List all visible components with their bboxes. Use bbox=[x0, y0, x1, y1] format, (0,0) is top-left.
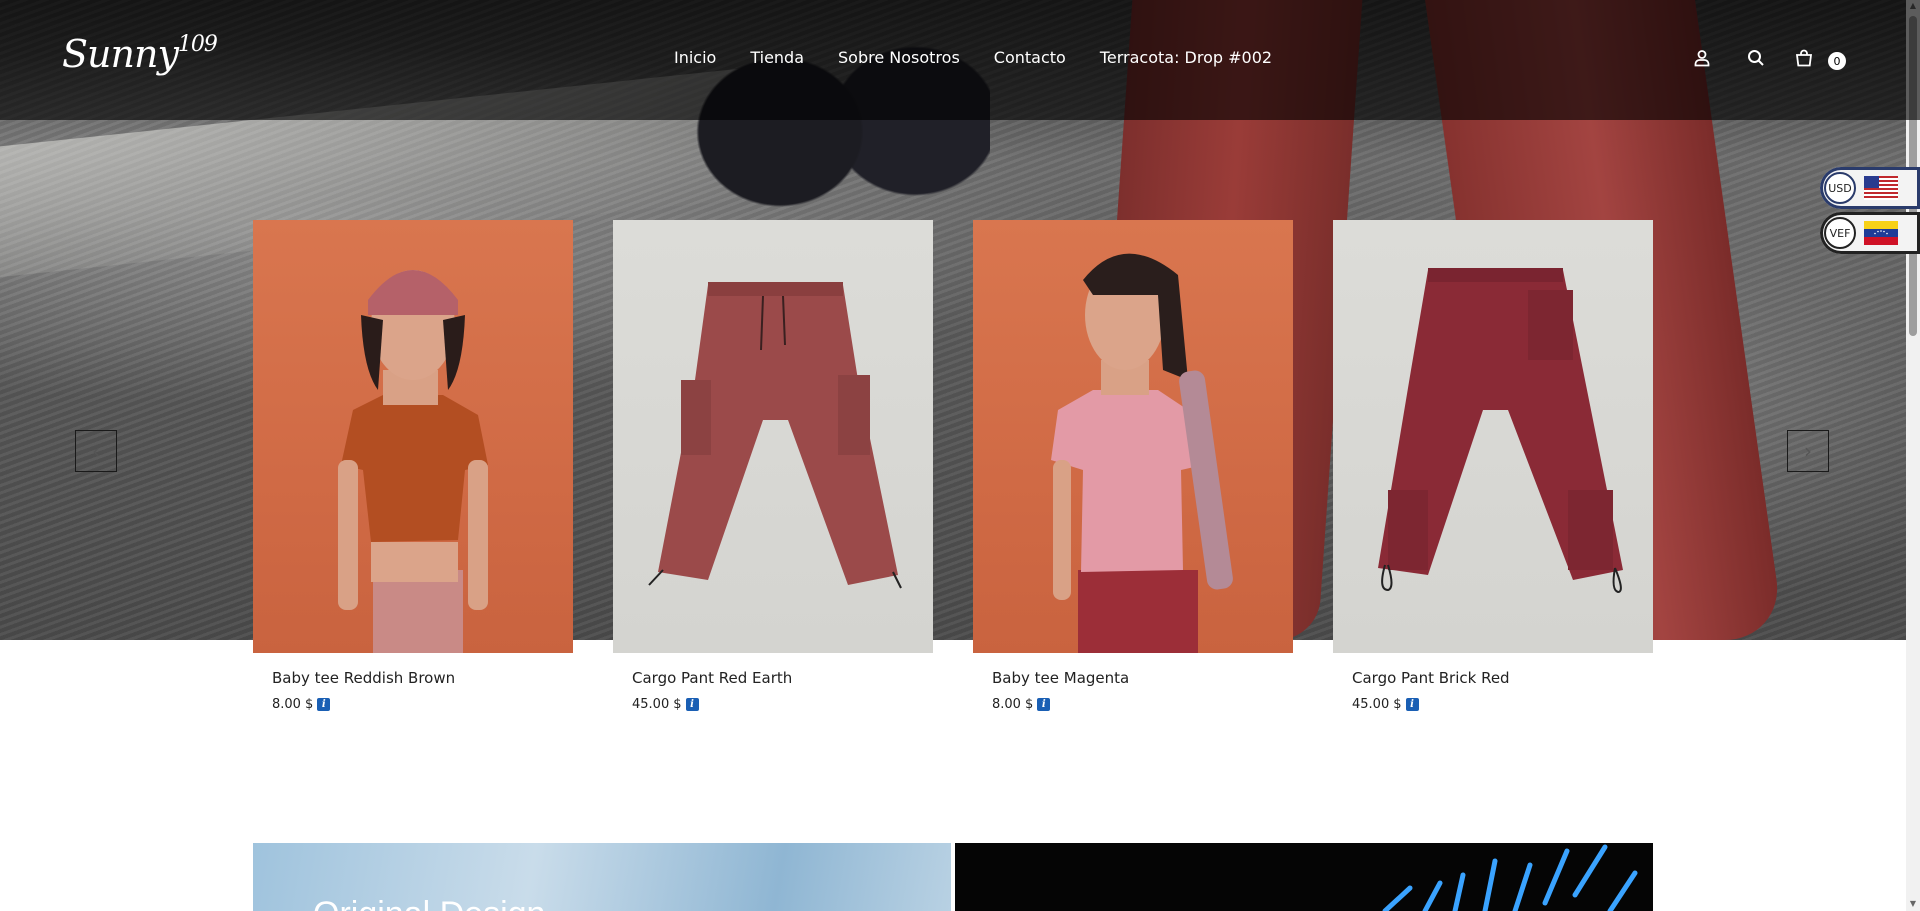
logo-text: Sunny bbox=[62, 32, 179, 76]
product-price: 45.00 $ i bbox=[1352, 697, 1653, 712]
product-image[interactable] bbox=[973, 220, 1293, 653]
banner-neon[interactable] bbox=[955, 843, 1653, 911]
info-icon[interactable]: i bbox=[1037, 698, 1051, 711]
currency-code-usd: USD bbox=[1824, 172, 1856, 204]
price-value: 8.00 bbox=[992, 697, 1021, 712]
product-card[interactable]: Cargo Pant Brick Red 45.00 $ i bbox=[1333, 220, 1653, 712]
currency-usd-button[interactable]: USD bbox=[1820, 167, 1920, 209]
product-name[interactable]: Cargo Pant Red Earth bbox=[632, 669, 933, 687]
page-scrollbar[interactable]: ▲ ▼ bbox=[1906, 0, 1920, 911]
banner-original-design[interactable]: Original Design bbox=[253, 843, 951, 911]
price-currency: $ bbox=[1024, 697, 1034, 712]
carousel-prev-button[interactable]: ‹ bbox=[75, 430, 117, 472]
site-header: Sunny109 Inicio Tienda Sobre Nosotros Co… bbox=[0, 0, 1920, 120]
product-card[interactable]: Baby tee Reddish Brown 8.00 $ i bbox=[253, 220, 573, 712]
product-carousel: Baby tee Reddish Brown 8.00 $ i Cargo Pa… bbox=[253, 220, 1653, 740]
price-currency: $ bbox=[304, 697, 314, 712]
price-currency: $ bbox=[1393, 697, 1402, 712]
product-card[interactable]: Baby tee Magenta 8.00 $ i bbox=[973, 220, 1293, 712]
product-price: 8.00 $ i bbox=[272, 697, 573, 712]
scroll-down-icon[interactable]: ▼ bbox=[1909, 900, 1917, 908]
product-name[interactable]: Baby tee Reddish Brown bbox=[272, 669, 573, 687]
price-value: 45.00 bbox=[1352, 697, 1390, 712]
product-price: 45.00 $ i bbox=[632, 697, 933, 712]
carousel-next-button[interactable]: › bbox=[1787, 430, 1829, 472]
nav-item-tienda[interactable]: Tienda bbox=[750, 48, 804, 67]
main-nav: Inicio Tienda Sobre Nosotros Contacto Te… bbox=[674, 48, 1306, 67]
banner-title: Original Design bbox=[313, 895, 545, 911]
product-name[interactable]: Cargo Pant Brick Red bbox=[1352, 669, 1653, 687]
nav-item-contacto[interactable]: Contacto bbox=[994, 48, 1066, 67]
chevron-left-icon: ‹ bbox=[92, 439, 100, 463]
us-flag-icon bbox=[1864, 176, 1898, 200]
nav-item-sobre-nosotros[interactable]: Sobre Nosotros bbox=[838, 48, 960, 67]
info-icon[interactable]: i bbox=[1405, 698, 1419, 711]
price-value: 8.00 bbox=[272, 697, 301, 712]
info-icon[interactable]: i bbox=[685, 698, 699, 711]
cart-count-badge[interactable]: 0 bbox=[1828, 52, 1846, 70]
info-icon[interactable]: i bbox=[317, 698, 331, 711]
currency-code-vef: VEF bbox=[1824, 217, 1856, 249]
chevron-right-icon: › bbox=[1804, 439, 1812, 463]
nav-item-inicio[interactable]: Inicio bbox=[674, 48, 716, 67]
currency-vef-button[interactable]: VEF bbox=[1820, 212, 1920, 254]
nav-item-terracota-drop[interactable]: Terracota: Drop #002 bbox=[1100, 48, 1272, 67]
header-icons bbox=[1690, 46, 1850, 72]
product-image[interactable] bbox=[613, 220, 933, 653]
site-logo[interactable]: Sunny109 bbox=[62, 32, 218, 76]
price-currency: $ bbox=[673, 697, 682, 712]
price-value: 45.00 bbox=[632, 697, 670, 712]
product-name[interactable]: Baby tee Magenta bbox=[992, 669, 1293, 687]
product-image[interactable] bbox=[253, 220, 573, 653]
user-icon[interactable] bbox=[1690, 46, 1714, 70]
product-image[interactable] bbox=[1333, 220, 1653, 653]
venezuela-flag-icon bbox=[1864, 221, 1898, 245]
shopping-bag-icon[interactable] bbox=[1792, 46, 1816, 70]
product-card[interactable]: Cargo Pant Red Earth 45.00 $ i bbox=[613, 220, 933, 712]
search-icon[interactable] bbox=[1744, 46, 1768, 70]
product-price: 8.00 $ i bbox=[992, 697, 1293, 712]
logo-superscript: 109 bbox=[177, 32, 218, 57]
